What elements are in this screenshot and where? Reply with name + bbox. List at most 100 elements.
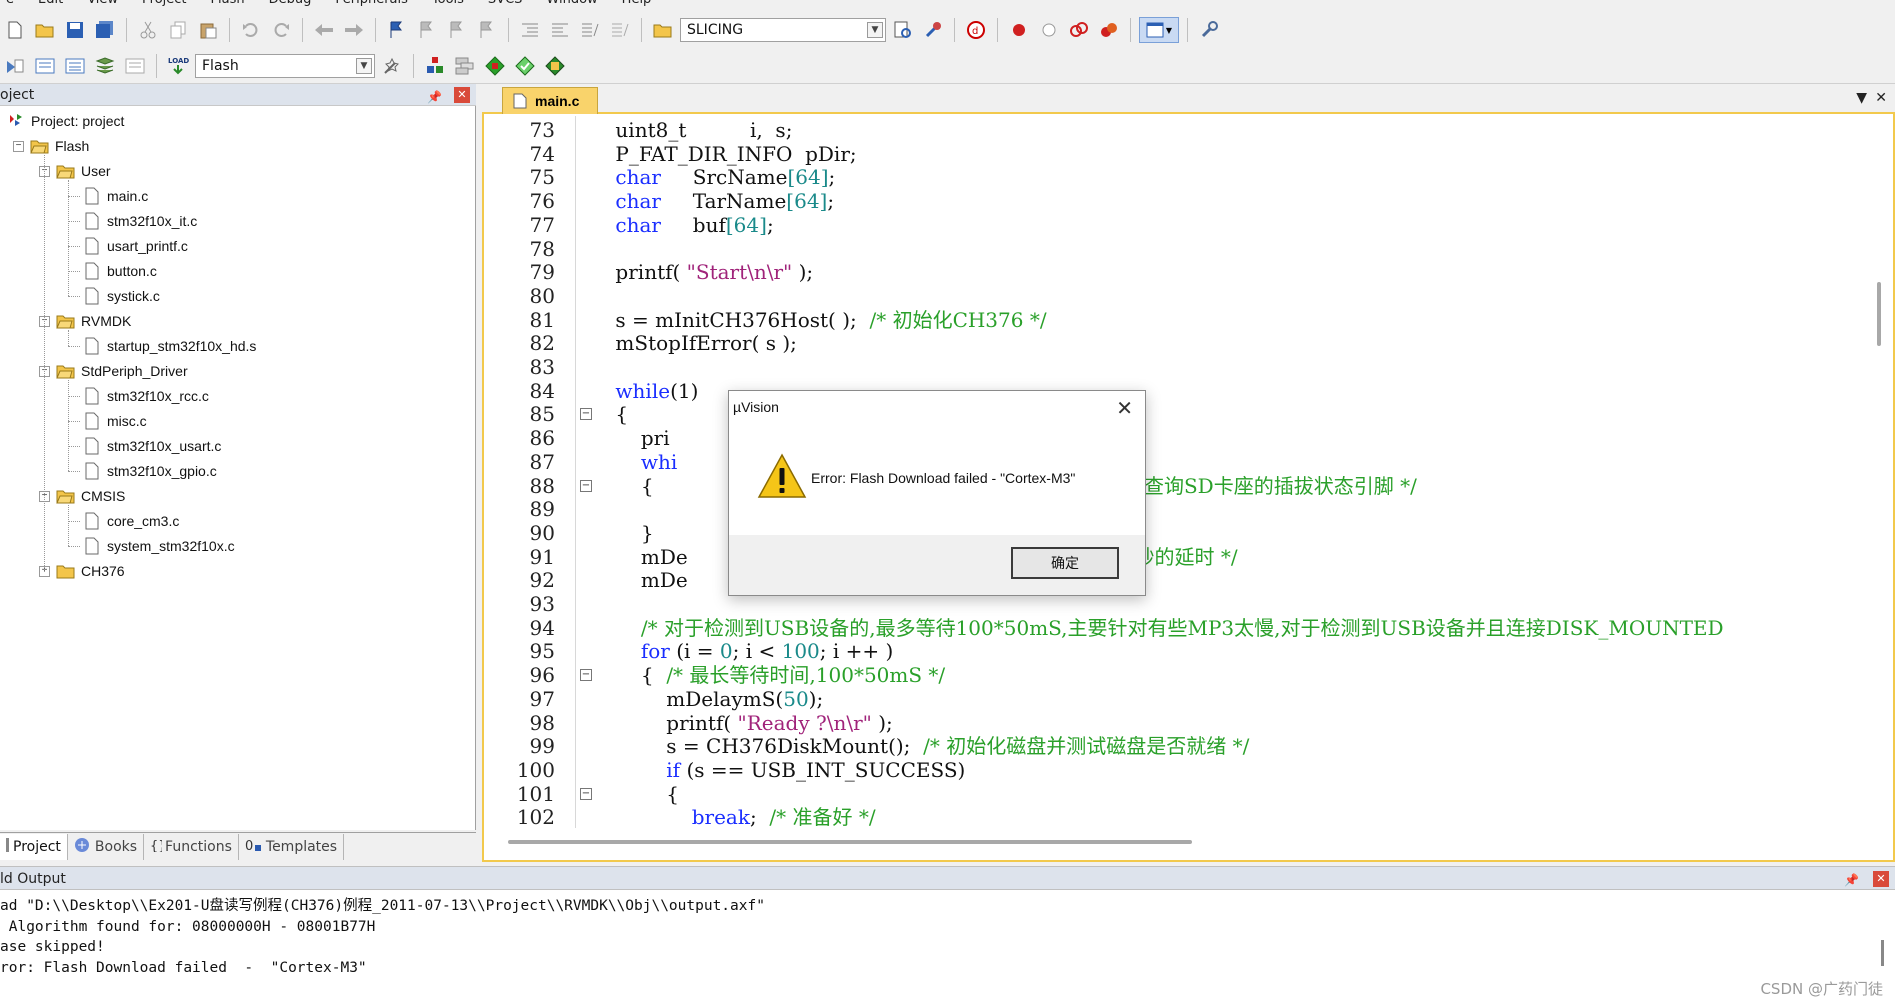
tree-file-item[interactable]: systick.c [82, 285, 160, 307]
new-file-icon[interactable] [2, 17, 28, 43]
configure-icon[interactable] [920, 17, 946, 43]
target-combo[interactable]: SLICING ▼ [680, 18, 886, 42]
menu-item-tools[interactable]: Tools [432, 0, 464, 12]
output-scrollbar[interactable] [1881, 940, 1884, 966]
tab-list-dropdown-icon[interactable]: ▼ [1856, 90, 1867, 106]
chevron-down-icon[interactable]: ▼ [867, 22, 883, 38]
tree-group-item[interactable]: StdPeriph_Driver [56, 360, 188, 382]
menu-item-e[interactable]: e [6, 0, 14, 12]
tree-file-item[interactable]: button.c [82, 260, 157, 282]
menu-item-flash[interactable]: Flash [211, 0, 245, 12]
open-folder-icon[interactable] [32, 17, 58, 43]
flash-target-combo[interactable]: Flash ▼ [195, 53, 375, 78]
vertical-scrollbar[interactable] [1877, 282, 1881, 346]
chevron-down-icon[interactable]: ▼ [356, 57, 372, 74]
indent-icon[interactable] [517, 17, 543, 43]
horizontal-scrollbar[interactable] [508, 840, 1192, 844]
ok-button[interactable]: 确定 [1011, 547, 1119, 579]
tree-group-item[interactable]: Flash [30, 135, 89, 157]
target-options-icon[interactable] [379, 53, 405, 79]
menu-item-edit[interactable]: Edit [38, 0, 63, 12]
stop-build-icon[interactable] [122, 53, 148, 79]
uncomment-icon[interactable] [607, 17, 633, 43]
prev-bookmark-icon[interactable] [414, 17, 440, 43]
build-output-log[interactable]: ad "D:\\Desktop\\Ex201-U盘读写例程(CH376)例程_2… [0, 890, 1895, 1007]
tab-books[interactable]: Books [68, 834, 145, 860]
pack-installer-icon[interactable] [482, 53, 508, 79]
cut-icon[interactable] [135, 17, 161, 43]
kill-breakpoints-icon[interactable] [1096, 17, 1122, 43]
translate-icon[interactable] [2, 53, 28, 79]
nav-back-icon[interactable] [311, 17, 337, 43]
bookmark-icon[interactable] [384, 17, 410, 43]
menu-item-project[interactable]: Project [142, 0, 186, 12]
tree-file-item[interactable]: usart_printf.c [82, 235, 188, 257]
tree-file-item[interactable]: stm32f10x_gpio.c [82, 460, 217, 482]
disable-all-breakpoints-icon[interactable] [1066, 17, 1092, 43]
save-all-icon[interactable] [92, 17, 118, 43]
comment-icon[interactable] [577, 17, 603, 43]
tab-project[interactable]: Project [0, 834, 68, 860]
tree-file-item[interactable]: stm32f10x_it.c [82, 210, 197, 232]
tree-group-item[interactable]: Project: project [6, 110, 124, 132]
debug-start-icon[interactable]: d [963, 17, 989, 43]
menu-item-help[interactable]: Help [622, 0, 652, 12]
undo-icon[interactable] [238, 17, 264, 43]
tree-group-item[interactable]: CMSIS [56, 485, 125, 507]
find-in-files-icon[interactable] [650, 17, 676, 43]
tree-group-item[interactable]: RVMDK [56, 310, 131, 332]
copy-icon[interactable] [165, 17, 191, 43]
tree-file-item[interactable]: startup_stm32f10x_hd.s [82, 335, 256, 357]
next-bookmark-icon[interactable] [444, 17, 470, 43]
tree-file-item[interactable]: system_stm32f10x.c [82, 535, 235, 557]
disable-breakpoint-icon[interactable] [1036, 17, 1062, 43]
tree-group-item[interactable]: CH376 [56, 560, 125, 582]
tree-item-label: startup_stm32f10x_hd.s [107, 338, 257, 354]
clear-bookmarks-icon[interactable] [474, 17, 500, 43]
save-icon[interactable] [62, 17, 88, 43]
code-token: s = mInitCH376Host( ); [590, 308, 870, 332]
build-icon[interactable] [32, 53, 58, 79]
tree-file-item[interactable]: main.c [82, 185, 148, 207]
download-load-icon[interactable]: LOAD [165, 53, 191, 79]
window-layout-icon[interactable]: ▼ [1139, 17, 1179, 43]
manage-components-icon[interactable] [422, 53, 448, 79]
menu-item-view[interactable]: View [87, 0, 118, 12]
fold-toggle-icon[interactable]: − [580, 788, 592, 800]
tree-group-item[interactable]: User [56, 160, 111, 182]
breakpoint-icon[interactable] [1006, 17, 1032, 43]
tree-file-item[interactable]: stm32f10x_usart.c [82, 435, 221, 457]
select-software-packs-icon[interactable] [512, 53, 538, 79]
fold-toggle-icon[interactable]: − [580, 408, 592, 420]
rebuild-icon[interactable] [62, 53, 88, 79]
pin-icon[interactable]: 📌 [427, 86, 442, 108]
pin-icon[interactable]: 📌 [1844, 868, 1859, 892]
paste-icon[interactable] [195, 17, 221, 43]
menu-item-peripherals[interactable]: Peripherals [335, 0, 408, 12]
close-icon[interactable]: ✕ [454, 87, 470, 103]
menu-item-window[interactable]: Window [546, 0, 597, 12]
tab-functions[interactable]: {}Functions [144, 834, 239, 860]
fold-toggle-icon[interactable]: − [580, 480, 592, 492]
event-recorder-icon[interactable] [542, 53, 568, 79]
tree-file-item[interactable]: misc.c [82, 410, 147, 432]
incremental-find-icon[interactable] [890, 17, 916, 43]
menu-item-svcs[interactable]: SVCS [488, 0, 522, 12]
batch-build-icon[interactable] [92, 53, 118, 79]
file-extensions-icon[interactable] [452, 53, 478, 79]
wrench-icon[interactable] [1196, 17, 1222, 43]
fold-toggle-icon[interactable]: − [580, 669, 592, 681]
close-icon[interactable]: ✕ [1873, 871, 1889, 887]
tree-file-item[interactable]: core_cm3.c [82, 510, 179, 532]
tab-templates[interactable]: 0 Templates [239, 834, 345, 860]
tree-expander-icon[interactable]: − [13, 141, 24, 152]
unindent-icon[interactable] [547, 17, 573, 43]
close-icon[interactable]: ✕ [1116, 396, 1133, 420]
redo-icon[interactable] [268, 17, 294, 43]
tree-file-item[interactable]: stm32f10x_rcc.c [82, 385, 209, 407]
close-editor-icon[interactable]: ✕ [1875, 90, 1887, 106]
editor-tab-main-c[interactable]: main.c [502, 87, 598, 114]
line-number-gutter: 73 74 75 76 77 78 79 80 81 82 83 84 85 86 87 88 89 90 91 92… [486, 116, 576, 828]
nav-forward-icon[interactable] [341, 17, 367, 43]
menu-item-debug[interactable]: Debug [269, 0, 312, 12]
